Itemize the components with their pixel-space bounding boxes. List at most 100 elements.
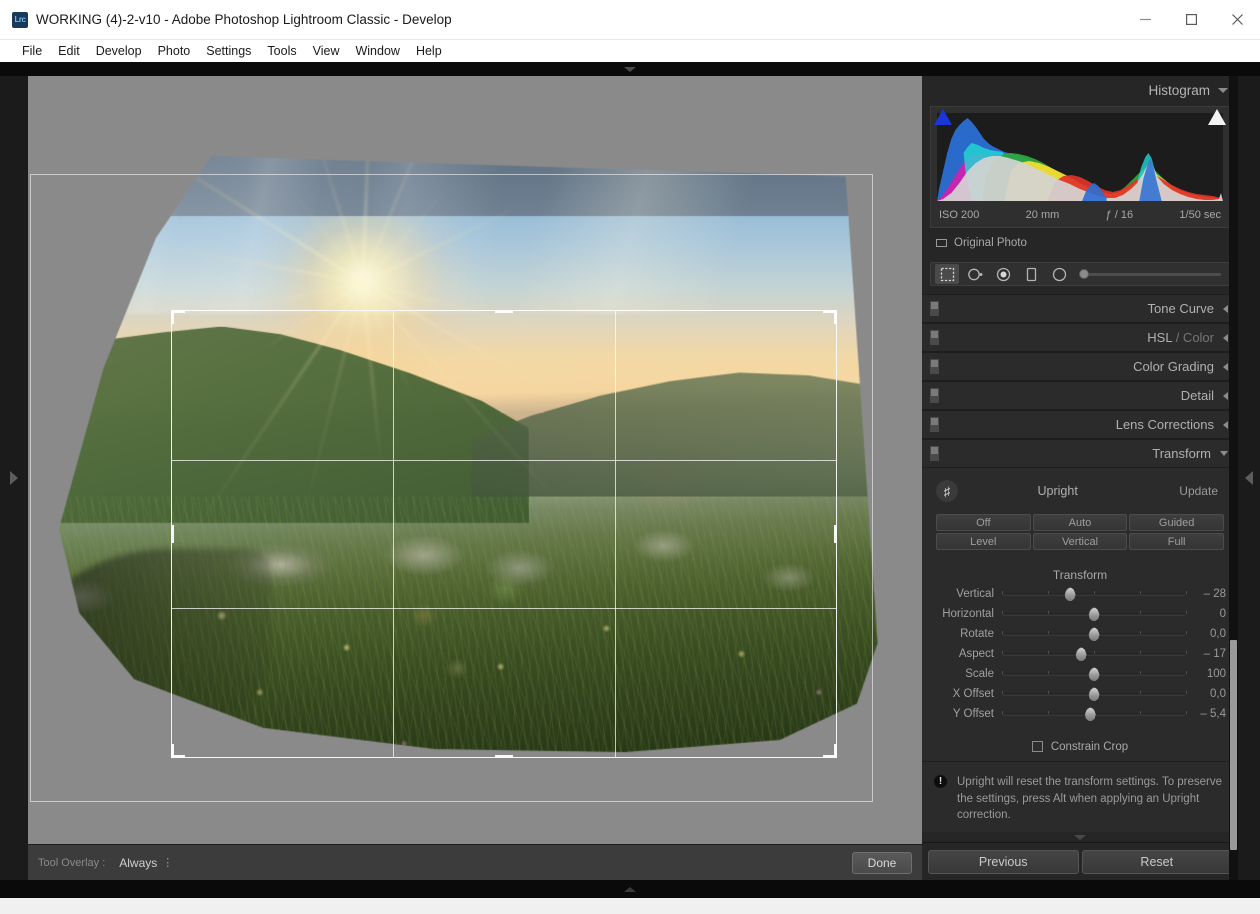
red-eye-tool-button[interactable] [991,264,1015,284]
slider-control[interactable] [1002,604,1186,624]
slider-knob[interactable] [1088,607,1101,622]
slider-value[interactable]: 0,0 [1186,628,1232,640]
panel-hsl-color[interactable]: HSL / Color [922,323,1238,352]
shadow-clipping-indicator[interactable] [934,109,952,125]
top-panel-collapse-strip[interactable] [0,62,1260,76]
panel-tone-curve[interactable]: Tone Curve [922,294,1238,323]
slider-value[interactable]: 100 [1186,668,1232,680]
close-button[interactable] [1214,0,1260,40]
menu-window[interactable]: Window [347,42,407,60]
panel-switch-icon[interactable] [930,388,939,403]
slider-value[interactable]: 0,0 [1186,688,1232,700]
highlight-clipping-indicator[interactable] [1208,109,1226,125]
slider-knob[interactable] [1088,687,1101,702]
upright-row: ♯ Upright Update [922,478,1238,504]
done-button[interactable]: Done [852,852,912,874]
panel-title-detail: Detail [1181,388,1214,403]
slider-value[interactable]: 0 [1186,608,1232,620]
panel-detail[interactable]: Detail [922,381,1238,410]
original-photo-toggle[interactable]: Original Photo [930,232,1230,254]
crop-handle-bottom-right[interactable] [823,755,837,758]
radial-filter-tool-button[interactable] [1047,264,1071,284]
graduated-filter-icon [1025,267,1038,282]
minimize-button[interactable] [1122,0,1168,40]
right-panel-collapse-strip[interactable] [922,832,1238,842]
crop-handle-bottom-mid[interactable] [495,755,513,758]
slider-knob[interactable] [1064,587,1077,602]
menu-photo[interactable]: Photo [150,42,199,60]
panel-color-grading[interactable]: Color Grading [922,352,1238,381]
slider-label: Scale [930,668,1002,680]
sun-ray [362,281,483,284]
previous-button[interactable]: Previous [928,850,1079,874]
spot-removal-tool-button[interactable] [963,264,987,284]
upright-mode-vertical[interactable]: Vertical [1033,533,1128,550]
tool-overlay-dropdown[interactable]: Always ⋮ [119,856,172,870]
crop-handle-bottom-left-v[interactable] [171,744,174,758]
graduated-filter-tool-button[interactable] [1019,264,1043,284]
upright-mode-auto[interactable]: Auto [1033,514,1128,531]
slider-tick [1094,651,1095,654]
chevron-down-icon [624,67,636,72]
histogram-header[interactable]: Histogram [922,76,1238,104]
landscape-photo-image [28,156,883,752]
photo-canvas[interactable] [28,76,922,844]
right-panel-toggle[interactable] [1238,76,1260,880]
upright-mode-level[interactable]: Level [936,533,1031,550]
original-photo-label: Original Photo [954,237,1027,249]
crop-handle-bottom-right-v[interactable] [834,744,837,758]
red-eye-icon [996,267,1011,282]
menu-settings[interactable]: Settings [198,42,259,60]
slider-control[interactable] [1002,584,1186,604]
filmstrip-collapse-strip[interactable] [0,880,1260,898]
menu-edit[interactable]: Edit [50,42,88,60]
menu-help[interactable]: Help [408,42,450,60]
slider-control[interactable] [1002,644,1186,664]
slider-value[interactable]: – 28 [1186,588,1232,600]
slider-tick [1002,711,1003,714]
menu-develop[interactable]: Develop [88,42,150,60]
crop-tool-button[interactable] [935,264,959,284]
panel-transform[interactable]: Transform [922,439,1238,468]
slider-knob[interactable] [1088,627,1101,642]
tool-amount-slider[interactable] [1081,264,1225,284]
panel-switch-icon[interactable] [930,330,939,345]
panel-switch-icon[interactable] [930,417,939,432]
slider-control[interactable] [1002,684,1186,704]
panel-lens-corrections[interactable]: Lens Corrections [922,410,1238,439]
menu-view[interactable]: View [305,42,348,60]
slider-control[interactable] [1002,624,1186,644]
constrain-crop-label: Constrain Crop [1051,741,1128,753]
constrain-crop-checkbox[interactable] [1032,741,1043,752]
panel-switch-icon[interactable] [930,446,939,461]
amount-knob[interactable] [1079,269,1089,279]
slider-tick [1186,591,1187,594]
minimize-icon [1140,14,1151,25]
right-panel-scrollbar[interactable] [1229,76,1238,880]
menu-tools[interactable]: Tools [259,42,304,60]
center-content: Tool Overlay : Always ⋮ Done [28,76,922,880]
upright-mode-off[interactable]: Off [936,514,1031,531]
menu-file[interactable]: File [14,42,50,60]
right-panel-bottom-buttons: Previous Reset [922,842,1238,880]
slider-control[interactable] [1002,704,1186,724]
reset-button[interactable]: Reset [1082,850,1233,874]
left-panel-toggle[interactable] [0,76,28,880]
slider-control[interactable] [1002,664,1186,684]
scrollbar-thumb[interactable] [1230,640,1237,850]
upright-mode-full[interactable]: Full [1129,533,1224,550]
slider-row-rotate: Rotate 0,0 [922,624,1238,644]
slider-knob[interactable] [1075,647,1088,662]
panel-switch-icon[interactable] [930,301,939,316]
slider-knob[interactable] [1088,667,1101,682]
slider-knob[interactable] [1084,707,1097,722]
constrain-crop-row[interactable]: Constrain Crop [922,732,1238,762]
slider-value[interactable]: – 5,4 [1186,708,1232,720]
update-button[interactable]: Update [1171,482,1226,500]
slider-value[interactable]: – 17 [1186,648,1232,660]
crop-handle-bottom-left[interactable] [171,755,185,758]
upright-mode-guided[interactable]: Guided [1129,514,1224,531]
panel-switch-icon[interactable] [930,359,939,374]
maximize-button[interactable] [1168,0,1214,40]
chevron-up-icon [624,887,636,892]
